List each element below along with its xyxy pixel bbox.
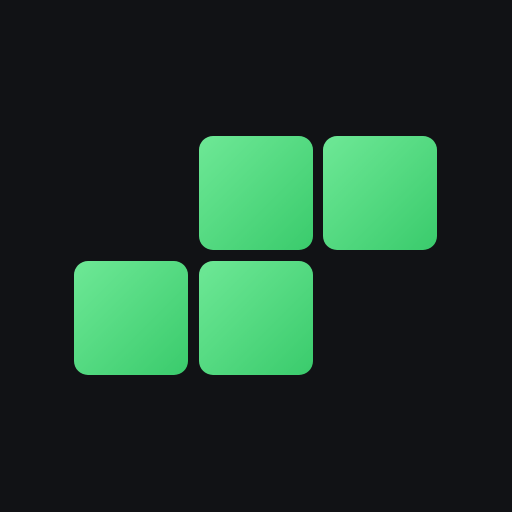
logo-block-top-right xyxy=(323,136,437,250)
logo-block-bottom-middle xyxy=(199,261,313,375)
app-icon-canvas xyxy=(0,0,512,512)
logo-block-top-middle xyxy=(199,136,313,250)
logo-block-bottom-left xyxy=(74,261,188,375)
